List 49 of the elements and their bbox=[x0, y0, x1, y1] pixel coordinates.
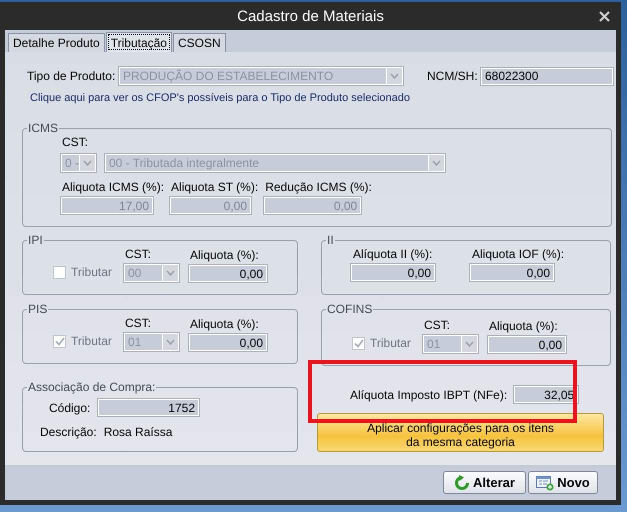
alterar-button[interactable]: Alterar bbox=[443, 471, 526, 494]
aliquota-field[interactable]: 0,00 bbox=[188, 333, 268, 352]
apply-button[interactable]: Aplicar configurações para os itens da mesma categoria bbox=[317, 413, 604, 452]
tab[interactable]: Detalhe Produto bbox=[8, 33, 105, 52]
aliquota-label: Aliquota (%): bbox=[190, 248, 260, 262]
group-title: Associação de Compra: bbox=[27, 380, 156, 394]
cst-label: CST: bbox=[125, 247, 152, 261]
checkbox[interactable] bbox=[53, 334, 66, 348]
form-add-icon bbox=[536, 474, 554, 490]
cfop-link[interactable]: Clique aqui para ver os CFOP's possíveis para o Tipo de Produto selecionado bbox=[30, 92, 616, 104]
checkbox-label: Tributar bbox=[370, 336, 411, 350]
window-title: Cadastro de Materiais bbox=[237, 8, 384, 24]
aliquota-label: Aliquota (%): bbox=[489, 319, 559, 333]
field-label: Aliquota IOF (%): bbox=[472, 247, 564, 261]
close-icon[interactable] bbox=[599, 11, 610, 22]
code-field[interactable]: 1752 bbox=[97, 398, 200, 417]
ncm-field[interactable]: 68022300 bbox=[480, 66, 614, 86]
cst-label: CST: bbox=[62, 135, 90, 149]
checkbox-label: Tributar bbox=[71, 265, 112, 279]
group-title: II bbox=[326, 233, 335, 247]
field-label: Tipo de Produto: bbox=[27, 69, 116, 83]
checkbox-label: Tributar bbox=[71, 334, 112, 348]
cst-label: CST: bbox=[424, 318, 452, 332]
group-title: ICMS bbox=[27, 121, 59, 135]
cst-label: CST: bbox=[125, 316, 152, 330]
group-title: PIS bbox=[27, 302, 48, 316]
ii-field[interactable]: 0,00 bbox=[350, 263, 436, 282]
field-label: Alíquota Imposto IBPT (NFe): bbox=[350, 388, 508, 402]
tab[interactable]: CSOSN bbox=[172, 33, 226, 52]
novo-button[interactable]: Novo bbox=[528, 471, 598, 494]
group-title: IPI bbox=[27, 233, 44, 247]
field-label: Código: bbox=[49, 400, 92, 414]
field-label: Descrição: bbox=[40, 425, 97, 439]
ii-field[interactable]: 0,00 bbox=[469, 263, 555, 282]
aliquota-field[interactable]: 0,00 bbox=[487, 335, 567, 354]
field-label: NCM/SH: bbox=[427, 69, 479, 83]
field-label: Alíquota II (%): bbox=[353, 247, 434, 261]
field-label: Aliquota ICMS (%): bbox=[62, 180, 164, 194]
aliquota-label: Aliquota (%): bbox=[190, 317, 260, 331]
group-title: COFINS bbox=[326, 302, 374, 316]
aliquota-field[interactable]: 0,00 bbox=[188, 264, 268, 283]
description-text: Rosa Raíssa bbox=[104, 425, 172, 439]
refresh-icon bbox=[454, 474, 470, 490]
checkbox[interactable] bbox=[53, 266, 66, 278]
ibpt-field[interactable]: 32,05 bbox=[513, 385, 580, 404]
checkbox[interactable] bbox=[352, 336, 365, 350]
field-label: Aliquota ST (%): bbox=[171, 180, 258, 194]
tab[interactable]: Tributação bbox=[106, 32, 172, 52]
field-label: Redução ICMS (%): bbox=[265, 180, 372, 194]
